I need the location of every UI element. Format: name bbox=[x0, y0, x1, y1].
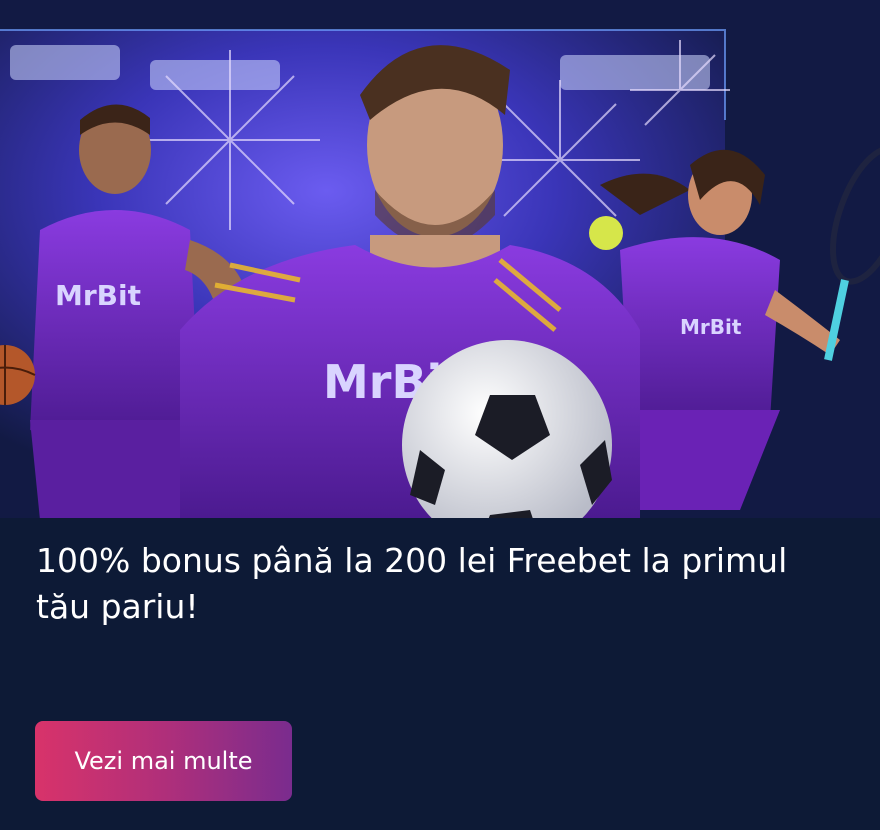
hero-banner: MrBit MrBit MrBit bbox=[0, 0, 880, 520]
jersey-logo-left: MrBit bbox=[55, 279, 141, 312]
promo-headline: 100% bonus până la 200 lei Freebet la pr… bbox=[36, 541, 788, 626]
hero-illustration: MrBit MrBit MrBit bbox=[0, 0, 880, 520]
tennis-ball-icon bbox=[589, 216, 623, 250]
jersey-logo-right: MrBit bbox=[680, 315, 742, 339]
promo-card: MrBit MrBit MrBit 100% bonus până la 200… bbox=[0, 0, 880, 830]
see-more-button[interactable]: Vezi mai multe bbox=[35, 721, 292, 801]
